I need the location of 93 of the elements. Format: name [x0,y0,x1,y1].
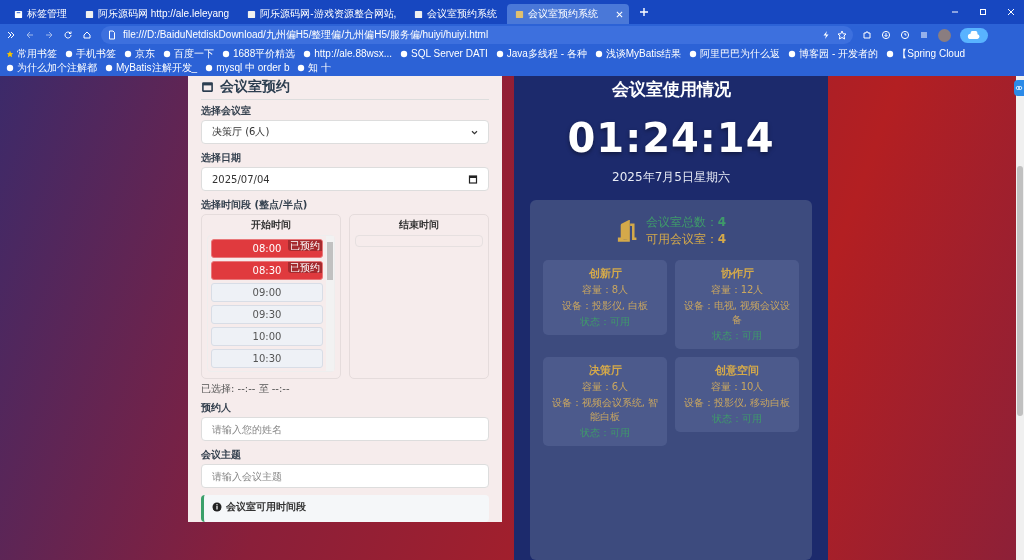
tab-manager-button[interactable]: 标签管理 [6,4,75,24]
star-icon[interactable] [837,30,847,40]
time-slot-button[interactable]: 10:00 [211,327,323,346]
panel-title: 会议室使用情况 [611,78,731,101]
page-scrollbar[interactable] [1016,76,1024,560]
page-icon [414,9,424,19]
bookmark-link[interactable]: MyBatis注解开发_ [105,61,198,74]
star-icon [6,49,14,58]
bookmark-link[interactable]: mysql 中 order b [205,61,290,74]
bookmark-link[interactable]: 1688平价精选 [222,47,296,60]
bookmark-link[interactable]: 常用书签 [6,47,57,60]
bookmark-link[interactable]: 手机书签 [65,47,116,60]
bookmark-link[interactable]: 为什么加个注解都 [6,61,97,74]
booked-badge: 已预约 [288,240,322,251]
time-slot-button[interactable]: 09:30 [211,305,323,324]
field-label: 选择会议室 [201,104,252,117]
field-label: 会议主题 [201,448,242,461]
bookmark-link[interactable]: 知 十 [297,61,332,74]
browser-tab[interactable]: 会议室预约系统 [507,4,630,24]
room-name: 决策厅 [587,363,623,378]
room-capacity: 容量：10人 [709,380,765,394]
reload-icon[interactable] [63,30,73,40]
page-icon [247,9,257,19]
door-icon [615,220,638,242]
caret-icon [471,129,478,135]
room-capacity: 容量：12人 [709,283,765,297]
lightning-icon[interactable] [821,30,831,40]
time-slot-button[interactable]: 10:30 [211,349,323,368]
chevrons-icon[interactable] [6,30,16,40]
link-icon [1015,84,1023,92]
room-capacity: 容量：6人 [580,380,630,394]
column-title: 开始时间 [250,218,292,232]
total-rooms-text: 会议室总数：4 [645,214,727,231]
name-input[interactable]: 请输入您的姓名 [201,417,489,441]
room-equipment: 设备：电视, 视频会议设备 [682,299,792,327]
file-icon [107,30,117,40]
room-equipment: 设备：投影仪, 移动白板 [682,396,792,410]
restore-icon[interactable] [978,7,988,17]
bookmark-link[interactable]: 浅谈MyBatis结果 [594,47,682,60]
bookmark-link[interactable]: 阿里巴巴为什么返 [689,47,781,60]
link-button[interactable] [1014,80,1024,96]
close-icon[interactable] [1006,7,1016,17]
topic-input[interactable]: 请输入会议主题 [201,464,489,488]
browser-tab[interactable]: 阿乐源码网-游戏资源整合网站, [239,4,405,24]
field-label: 选择日期 [201,151,242,164]
scrollbar[interactable] [326,236,334,371]
cloud-icon [967,30,981,40]
info-icon [212,502,222,512]
close-icon[interactable] [616,10,624,18]
selection-text: 已选择: --:-- 至 --:-- [201,382,291,396]
panel-title: 会议室预约 [220,77,290,95]
bookmark-link[interactable]: Java多线程 - 各种 [495,47,587,60]
field-label: 预约人 [201,401,232,414]
address-bar[interactable]: file:///D:/BaiduNetdiskDownload/九州偏H5/整理偏/九州偏H5/服务偏/huiyi/huiyi.html [101,26,853,44]
room-name: 创新厅 [587,266,623,281]
room-capacity: 容量：8人 [580,283,630,297]
download-icon[interactable] [881,30,891,40]
bookmark-link[interactable]: SQL Server DATI [400,47,488,60]
extension-icon[interactable] [862,30,872,40]
date-field[interactable]: 2025/07/04 [201,167,489,191]
info-title: 会议室可用时间段 [226,500,306,514]
calendar-icon [201,79,214,93]
calendar-icon[interactable] [468,174,478,184]
bookmark-link[interactable]: 博客园 - 开发者的 [788,47,879,60]
booked-badge: 已预约 [288,262,322,273]
home-icon[interactable] [82,30,92,40]
date-text: 2025年7月5日星期六 [612,169,730,186]
browser-tab[interactable]: 阿乐源码网 http://ale.leleyang [77,4,238,24]
field-label: 选择时间段 (整点/半点) [201,198,309,211]
room-select[interactable]: 决策厅 (6人) [201,120,489,144]
bookmark-link[interactable]: 【Spring Cloud [886,47,966,60]
cloud-button[interactable] [960,27,988,43]
history-icon[interactable] [900,30,910,40]
room-name: 协作厅 [719,266,755,281]
room-equipment: 设备：投影仪, 白板 [560,299,650,313]
browser-tab[interactable]: 会议室预约系统 [406,4,506,24]
tab-list-icon [14,9,23,19]
room-equipment: 设备：视频会议系统, 智能白板 [550,396,660,424]
bookmark-link[interactable]: http://ale.88wsx... [303,47,393,60]
room-name: 创意空间 [714,363,760,378]
page-icon [515,9,525,19]
back-icon[interactable] [25,30,35,40]
time-slot-button[interactable]: 08:00 已预约 [211,239,323,258]
page-icon [85,9,94,19]
bookmark-link[interactable]: 京东 [124,47,155,60]
time-slot-button[interactable]: 09:00 [211,283,323,302]
available-rooms-text: 可用会议室：4 [645,231,727,248]
new-tab-icon[interactable] [639,7,650,17]
time-slot-button[interactable]: 08:30 已预约 [211,261,323,280]
bookmark-link[interactable]: 百度一下 [163,47,214,60]
column-title: 结束时间 [398,218,440,232]
forward-icon[interactable] [44,30,54,40]
clock-text: 01:24:14 [567,115,775,161]
